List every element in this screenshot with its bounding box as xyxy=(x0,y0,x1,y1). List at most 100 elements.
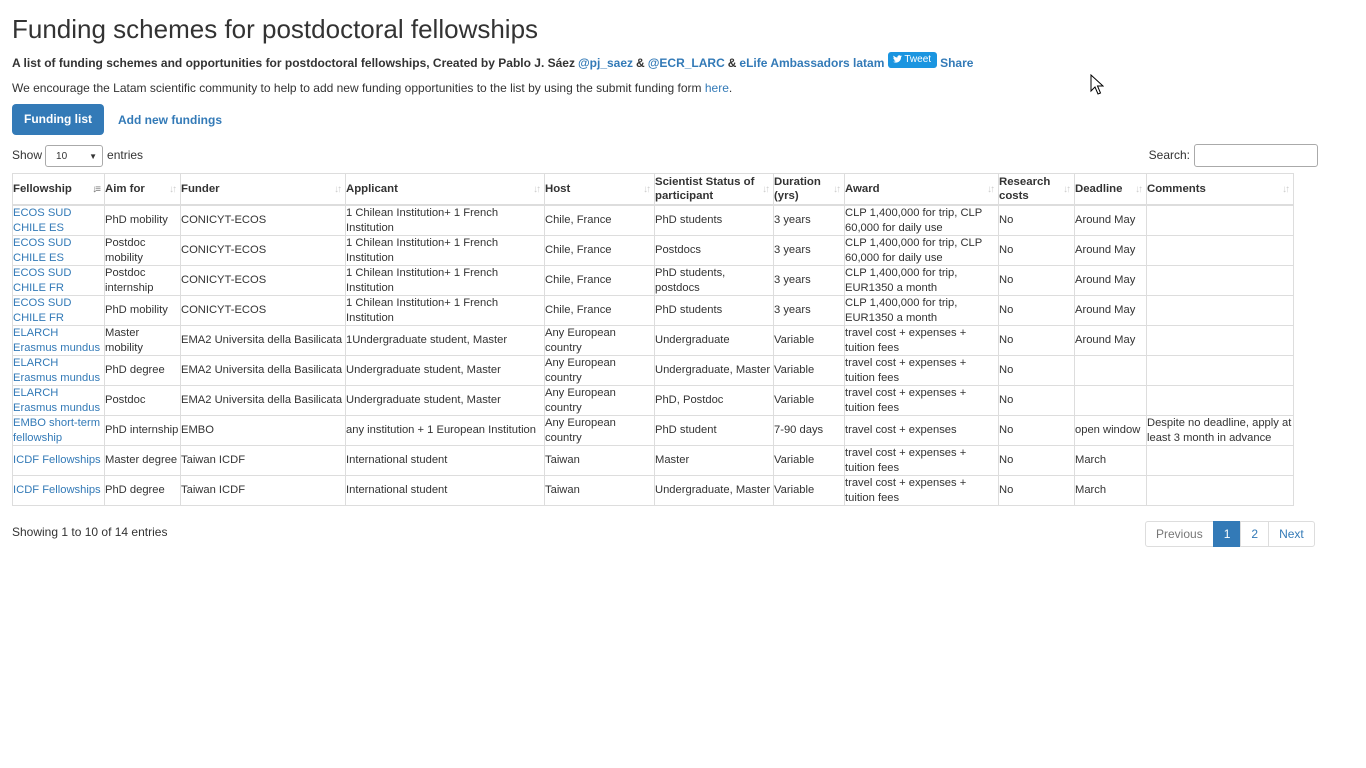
table-cell: travel cost + expenses + tuition fees xyxy=(844,325,999,356)
dropdown-arrow-icon: ▼ xyxy=(89,151,98,161)
fellowship-link[interactable]: ICDF Fellowships xyxy=(13,454,101,466)
column-header[interactable]: Funder ↓↑ xyxy=(180,173,346,206)
column-header[interactable]: Duration (yrs) ↓↑ xyxy=(773,173,845,206)
table-cell: No xyxy=(998,355,1075,386)
sort-icon: ↓↑ xyxy=(1135,184,1143,195)
table-cell: Master degree xyxy=(104,445,181,476)
column-header[interactable]: Deadline ↓↑ xyxy=(1074,173,1147,206)
table-row: ECOS SUD CHILE FR Postdoc internship CONIC… xyxy=(12,265,1294,296)
column-header[interactable]: Host ↓↑ xyxy=(544,173,655,206)
table-cell: Taiwan ICDF xyxy=(180,445,346,476)
table-cell: 1 Chilean Institution+ 1 French Institut… xyxy=(345,295,545,326)
table-cell: 3 years xyxy=(773,204,845,236)
table-info: Showing 1 to 10 of 14 entries xyxy=(12,525,168,539)
tweet-button[interactable]: Tweet xyxy=(888,52,938,68)
page-2-button[interactable]: 2 xyxy=(1240,521,1270,547)
encourage-end: . xyxy=(728,81,733,95)
twitter-link-ecr-larc[interactable]: @ECR_LARC xyxy=(648,55,725,71)
table-cell xyxy=(1074,385,1147,416)
table-cell: Undergraduate xyxy=(654,325,774,356)
page-title: Funding schemes for postdoctoral fellows… xyxy=(12,14,539,44)
table-cell: CLP 1,400,000 for trip, EUR1350 a month xyxy=(844,265,999,296)
table-cell: any institution + 1 European Institution xyxy=(345,415,545,446)
tab-add-new-fundings[interactable]: Add new fundings xyxy=(118,113,222,127)
search-label: Search: xyxy=(1148,148,1190,162)
share-link[interactable]: Share xyxy=(940,55,973,71)
table-cell: PhD mobility xyxy=(104,295,181,326)
table-cell xyxy=(1146,235,1294,266)
table-row: ECOS SUD CHILE ES PhD mobility CONICYT-ECO… xyxy=(12,204,1294,236)
table-cell: travel cost + expenses + tuition fees xyxy=(844,475,999,506)
table-cell: CLP 1,400,000 for trip, CLP 60,000 for d… xyxy=(844,235,999,266)
column-header[interactable]: Award ↓↑ xyxy=(844,173,999,206)
column-header-label: Deadline xyxy=(1075,183,1123,195)
table-cell: Chile, France xyxy=(544,204,655,236)
table-cell: Chile, France xyxy=(544,265,655,296)
fellowship-link[interactable]: ICDF Fellowships xyxy=(13,484,101,496)
fellowship-link[interactable]: ELARCH Erasmus mundus xyxy=(13,357,100,384)
table-cell: Undergraduate, Master xyxy=(654,355,774,386)
entries-select[interactable]: 10 ▼ xyxy=(45,144,104,167)
table-row: ECOS SUD CHILE FR PhD mobility CONICYT-ECO… xyxy=(12,295,1294,326)
column-header[interactable]: Research costs ↓↑ xyxy=(998,173,1075,206)
fellowship-link[interactable]: ECOS SUD CHILE FR xyxy=(13,297,71,324)
table-cell: Taiwan xyxy=(544,445,655,476)
table-cell: PhD degree xyxy=(104,475,181,506)
table-cell: Variable xyxy=(773,475,845,506)
table-cell: Despite no deadline, apply at least 3 mo… xyxy=(1146,415,1294,446)
column-header[interactable]: Comments ↓↑ xyxy=(1146,173,1294,206)
fellowship-link[interactable]: ECOS SUD CHILE FR xyxy=(13,267,71,294)
table-cell: Taiwan xyxy=(544,475,655,506)
sort-icon: ↓↑ xyxy=(833,184,841,195)
elife-ambassadors-link[interactable]: eLife Ambassadors latam xyxy=(739,55,884,71)
table-cell: Variable xyxy=(773,355,845,386)
column-header[interactable]: Fellowship ↓≡ xyxy=(12,173,105,206)
table-cell: PhD internship xyxy=(104,415,181,446)
fellowship-link[interactable]: ECOS SUD CHILE ES xyxy=(13,237,71,264)
search-input[interactable] xyxy=(1194,144,1318,167)
column-header[interactable]: Aim for ↓↑ xyxy=(104,173,181,206)
table-cell: Chile, France xyxy=(544,295,655,326)
table-cell: PhD student xyxy=(654,415,774,446)
table-cell: Master mobility xyxy=(104,325,181,356)
table-cell: International student xyxy=(345,445,545,476)
next-button[interactable]: Next xyxy=(1268,521,1315,547)
fellowship-link[interactable]: EMBO short-term fellowship xyxy=(13,417,100,444)
search-control: Search: xyxy=(1149,144,1318,167)
sort-icon: ↓↑ xyxy=(762,184,770,195)
table-cell: No xyxy=(998,204,1075,236)
tab-funding-list[interactable]: Funding list xyxy=(12,104,104,135)
page-1-button[interactable]: 1 xyxy=(1212,521,1242,547)
table-cell: Around May xyxy=(1074,295,1147,326)
table-cell: CONICYT-ECOS xyxy=(180,265,346,296)
fellowship-link[interactable]: ECOS SUD CHILE ES xyxy=(13,207,71,234)
table-cell: travel cost + expenses xyxy=(844,415,999,446)
table-cell: No xyxy=(998,445,1075,476)
table-cell: CLP 1,400,000 for trip, EUR1350 a month xyxy=(844,295,999,326)
table-cell: EMA2 Universita della Basilicata xyxy=(180,355,346,386)
column-header[interactable]: Applicant ↓↑ xyxy=(345,173,545,206)
table-cell xyxy=(1146,355,1294,386)
table-cell: EMBO xyxy=(180,415,346,446)
previous-button[interactable]: Previous xyxy=(1145,521,1214,547)
table-cell: No xyxy=(998,475,1075,506)
twitter-link-pj-saez[interactable]: @pj_saez xyxy=(578,55,633,71)
fellowship-link[interactable]: ELARCH Erasmus mundus xyxy=(13,327,100,354)
table-cell: 7-90 days xyxy=(773,415,845,446)
column-header[interactable]: Scientist Status of participant ↓↑ xyxy=(654,173,774,206)
table-cell: ELARCH Erasmus mundus xyxy=(12,385,105,416)
table-cell: PhD, Postdoc xyxy=(654,385,774,416)
table-cell: March xyxy=(1074,445,1147,476)
table-cell: Postdoc mobility xyxy=(104,235,181,266)
table-head: Fellowship ↓≡ Aim for ↓↑ Funder ↓↑ Applicant ↓↑… xyxy=(12,173,1294,206)
table-cell: Variable xyxy=(773,385,845,416)
table-row: ELARCH Erasmus mundus Postdoc EMA2 Univers… xyxy=(12,385,1294,416)
table-cell xyxy=(1074,355,1147,386)
submit-form-link[interactable]: here xyxy=(705,81,729,95)
table-cell: No xyxy=(998,385,1075,416)
table-cell: Master xyxy=(654,445,774,476)
fellowship-link[interactable]: ELARCH Erasmus mundus xyxy=(13,387,100,414)
table-cell: Variable xyxy=(773,445,845,476)
page: Funding schemes for postdoctoral fellows… xyxy=(12,0,1318,168)
table-body: ECOS SUD CHILE ES PhD mobility CONICYT-ECO… xyxy=(12,204,1294,506)
